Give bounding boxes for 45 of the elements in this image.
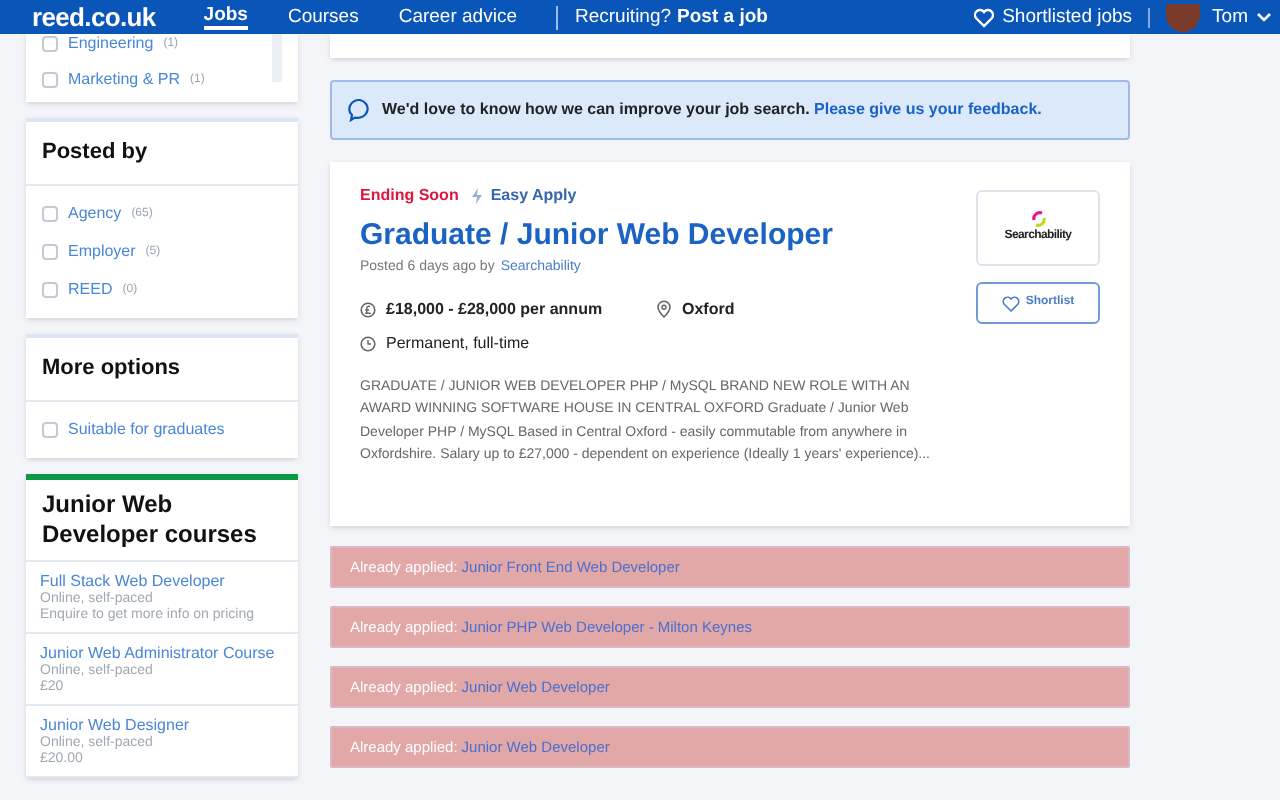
salary-text: £18,000 - £28,000 per annum (386, 297, 603, 321)
course-link[interactable]: Junior Web Designer (40, 716, 284, 736)
clock-icon (360, 335, 376, 351)
checkbox[interactable] (42, 206, 58, 222)
section-title: Junior Web Developer courses (42, 490, 259, 550)
checkbox[interactable] (42, 422, 58, 438)
checkbox[interactable] (42, 282, 58, 298)
checkbox[interactable] (42, 72, 58, 88)
section-title: More options (42, 354, 181, 385)
ending-soon-label: Ending Soon (360, 184, 459, 208)
easy-apply-label: Easy Apply (490, 184, 577, 208)
section-title: Posted by (42, 138, 148, 169)
checkbox[interactable] (42, 244, 58, 260)
lightning-icon (470, 188, 485, 204)
location-pin-icon (656, 300, 672, 318)
user-name[interactable]: Tom (1212, 6, 1248, 28)
recruiting-text: Recruiting? (574, 6, 672, 28)
nav-link[interactable]: Jobs (203, 4, 248, 30)
logo-mark-icon (1029, 210, 1047, 228)
checkbox-label[interactable]: Employer (68, 240, 136, 264)
job-type-text: Permanent, full-time (386, 331, 530, 355)
feedback-link[interactable]: Please give us your feedback. (814, 100, 1042, 118)
scrollbar[interactable] (272, 34, 282, 82)
avatar[interactable] (1166, 3, 1201, 31)
nav-link[interactable]: Courses (287, 6, 359, 28)
job-title-link[interactable]: Graduate / Junior Web Developer (360, 218, 976, 254)
speech-bubble-icon (348, 98, 372, 122)
course-link[interactable]: Full Stack Web Developer (40, 572, 284, 592)
location-text: Oxford (682, 297, 735, 321)
pound-icon (360, 301, 376, 317)
checkbox-label[interactable]: REED (68, 278, 113, 302)
feedback-text: We'd love to know how we can improve your job search. Please give us your feedback. (382, 98, 1042, 122)
heart-icon (1001, 295, 1020, 311)
nav-link[interactable]: Career advice (398, 6, 517, 28)
course-link[interactable]: Junior Web Administrator Course (40, 644, 284, 664)
logo[interactable]: reed.co.uk (32, 3, 156, 31)
checkbox[interactable] (42, 36, 58, 52)
checkbox-label[interactable]: Suitable for graduates (68, 418, 225, 442)
checkbox-label[interactable]: Marketing & PR (68, 68, 181, 92)
chevron-down-icon (1256, 10, 1272, 26)
shortlisted-jobs-link[interactable]: Shortlisted jobs (1002, 6, 1133, 28)
heart-icon (974, 7, 995, 27)
checkbox-label[interactable]: Agency (68, 202, 122, 226)
checkbox-label[interactable]: Engineering (68, 34, 154, 56)
post-job-link[interactable]: Post a job (677, 6, 768, 28)
